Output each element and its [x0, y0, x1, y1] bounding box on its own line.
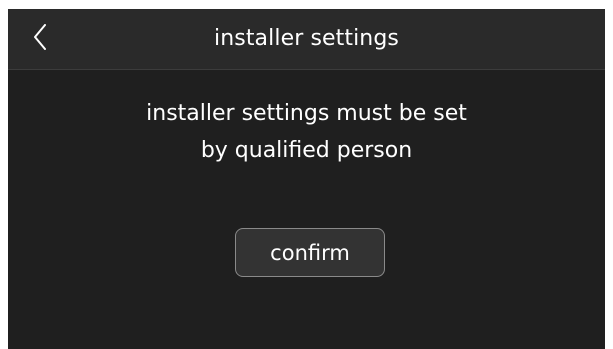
warning-message-line-1: installer settings must be set [146, 101, 467, 126]
confirm-button[interactable]: confirm [235, 228, 385, 277]
warning-message-line-2: by qualified person [200, 138, 413, 163]
page-title: installer settings [214, 26, 399, 51]
header-bar: installer settings [8, 9, 605, 70]
warning-message: installer settings must be set by qualif… [8, 95, 605, 169]
installer-settings-screen: installer settings installer settings mu… [8, 9, 605, 349]
